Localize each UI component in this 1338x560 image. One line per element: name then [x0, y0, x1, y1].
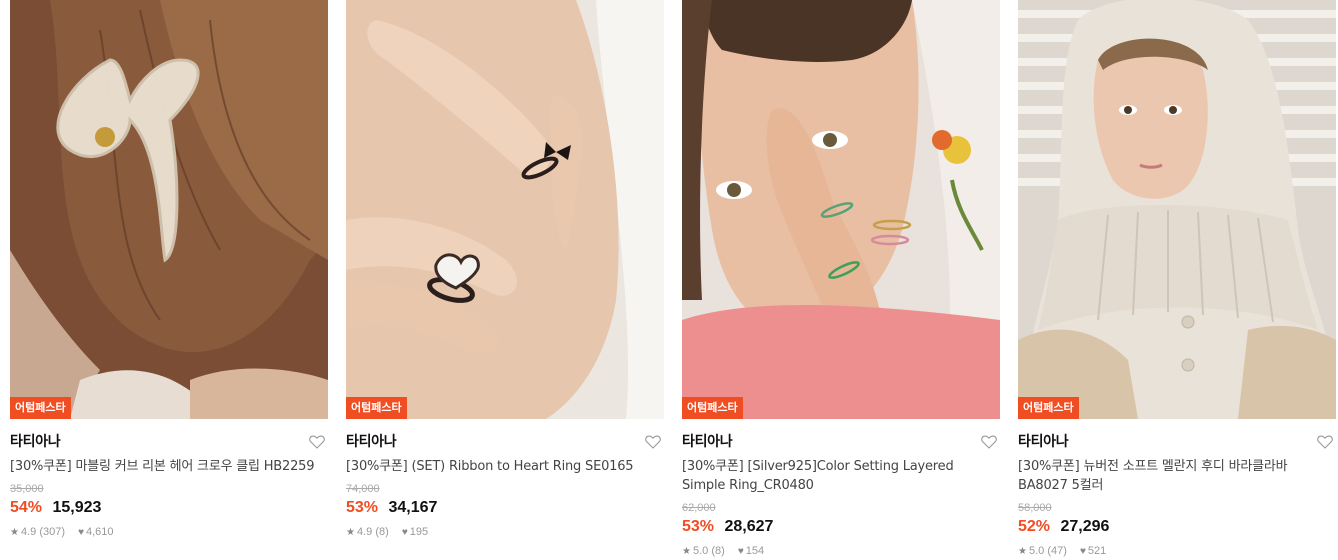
- knit-balaclava-photo: [1018, 0, 1336, 419]
- heart-icon[interactable]: [644, 433, 662, 451]
- rating: 5.0 (47): [1028, 545, 1067, 557]
- sale-price: 15,923: [52, 499, 102, 516]
- brand-row: 타티아나: [682, 433, 1000, 455]
- rating: 5.0 (8): [692, 545, 725, 557]
- brand-name[interactable]: 타티아나: [346, 433, 664, 451]
- like-count: 521: [1087, 545, 1107, 557]
- rating: 4.9 (8): [356, 526, 389, 538]
- sale-price: 28,627: [724, 518, 774, 535]
- discount-rate: 53%: [346, 499, 379, 516]
- heart-icon[interactable]: [1316, 433, 1334, 451]
- product-card[interactable]: 어텀페스타 타티아나 [30%쿠폰] [Silver925]Color Sett…: [682, 0, 1000, 560]
- brand-name[interactable]: 타티아나: [1018, 433, 1336, 451]
- brand-row: 타티아나: [1018, 433, 1336, 455]
- event-badge: 어텀페스타: [346, 397, 407, 419]
- price-row: 52% 27,296: [1018, 516, 1336, 538]
- sale-price: 27,296: [1060, 518, 1110, 535]
- star-icon: ★: [682, 546, 691, 557]
- like-heart-icon: ♥: [78, 527, 84, 538]
- like-heart-icon: ♥: [737, 546, 744, 557]
- review-meta: ★ 4.9 (8) ♥ 195: [346, 525, 664, 540]
- event-badge: 어텀페스타: [1018, 397, 1079, 419]
- hair-clip-photo: [10, 0, 328, 419]
- star-icon: ★: [1018, 546, 1027, 557]
- product-card[interactable]: 어텀페스타 타티아나 [30%쿠폰] 뉴버전 소프트 멜란지 후디 바라클라바 …: [1018, 0, 1336, 560]
- like-count: 4,610: [86, 526, 114, 538]
- event-badge: 어텀페스타: [10, 397, 71, 419]
- ring-hand-photo: [346, 0, 664, 419]
- price-row: 53% 34,167: [346, 497, 664, 519]
- review-meta: ★ 5.0 (47) ♥ 521: [1018, 544, 1336, 559]
- star-icon: ★: [10, 527, 19, 538]
- product-grid: 어텀페스타 타티아나 [30%쿠폰] 마블링 커브 리본 헤어 크로우 클립 H…: [0, 0, 1338, 560]
- price-row: 54% 15,923: [10, 497, 328, 519]
- product-image-link[interactable]: 어텀페스타: [10, 0, 328, 419]
- like-count: 195: [409, 526, 429, 538]
- star-icon: ★: [346, 527, 355, 538]
- original-price: 74,000: [346, 483, 380, 495]
- product-title[interactable]: [30%쿠폰] 마블링 커브 리본 헤어 크로우 클립 HB2259: [10, 457, 328, 476]
- product-card[interactable]: 어텀페스타 타티아나 [30%쿠폰] 마블링 커브 리본 헤어 크로우 클립 H…: [10, 0, 328, 560]
- brand-name[interactable]: 타티아나: [10, 433, 328, 451]
- original-price: 58,000: [1018, 502, 1052, 514]
- product-image-link[interactable]: 어텀페스타: [1018, 0, 1336, 419]
- event-badge: 어텀페스타: [682, 397, 743, 419]
- product-card[interactable]: 어텀페스타 타티아나 [30%쿠폰] (SET) Ribbon to Heart…: [346, 0, 664, 560]
- heart-icon[interactable]: [308, 433, 326, 451]
- heart-icon[interactable]: [980, 433, 998, 451]
- like-heart-icon: ♥: [1079, 546, 1086, 557]
- original-price: 35,000: [10, 483, 44, 495]
- product-title[interactable]: [30%쿠폰] 뉴버전 소프트 멜란지 후디 바라클라바 BA8027 5컬러: [1018, 457, 1336, 495]
- discount-rate: 54%: [10, 499, 43, 516]
- discount-rate: 52%: [1018, 518, 1051, 535]
- product-image-link[interactable]: 어텀페스타: [682, 0, 1000, 419]
- original-price: 62,000: [682, 502, 716, 514]
- discount-rate: 53%: [682, 518, 715, 535]
- like-heart-icon: ♥: [401, 527, 408, 538]
- face-rings-photo: [682, 0, 1000, 419]
- price-row: 53% 28,627: [682, 516, 1000, 538]
- rating: 4.9 (307): [20, 526, 65, 538]
- review-meta: ★ 5.0 (8) ♥ 154: [682, 544, 1000, 559]
- like-count: 154: [745, 545, 765, 557]
- brand-row: 타티아나: [10, 433, 328, 455]
- brand-name[interactable]: 타티아나: [682, 433, 1000, 451]
- sale-price: 34,167: [388, 499, 438, 516]
- product-image-link[interactable]: 어텀페스타: [346, 0, 664, 419]
- review-meta: ★ 4.9 (307) ♥ 4,610: [10, 525, 328, 540]
- brand-row: 타티아나: [346, 433, 664, 455]
- product-title[interactable]: [30%쿠폰] (SET) Ribbon to Heart Ring SE016…: [346, 457, 664, 476]
- product-title[interactable]: [30%쿠폰] [Silver925]Color Setting Layered…: [682, 457, 1000, 495]
